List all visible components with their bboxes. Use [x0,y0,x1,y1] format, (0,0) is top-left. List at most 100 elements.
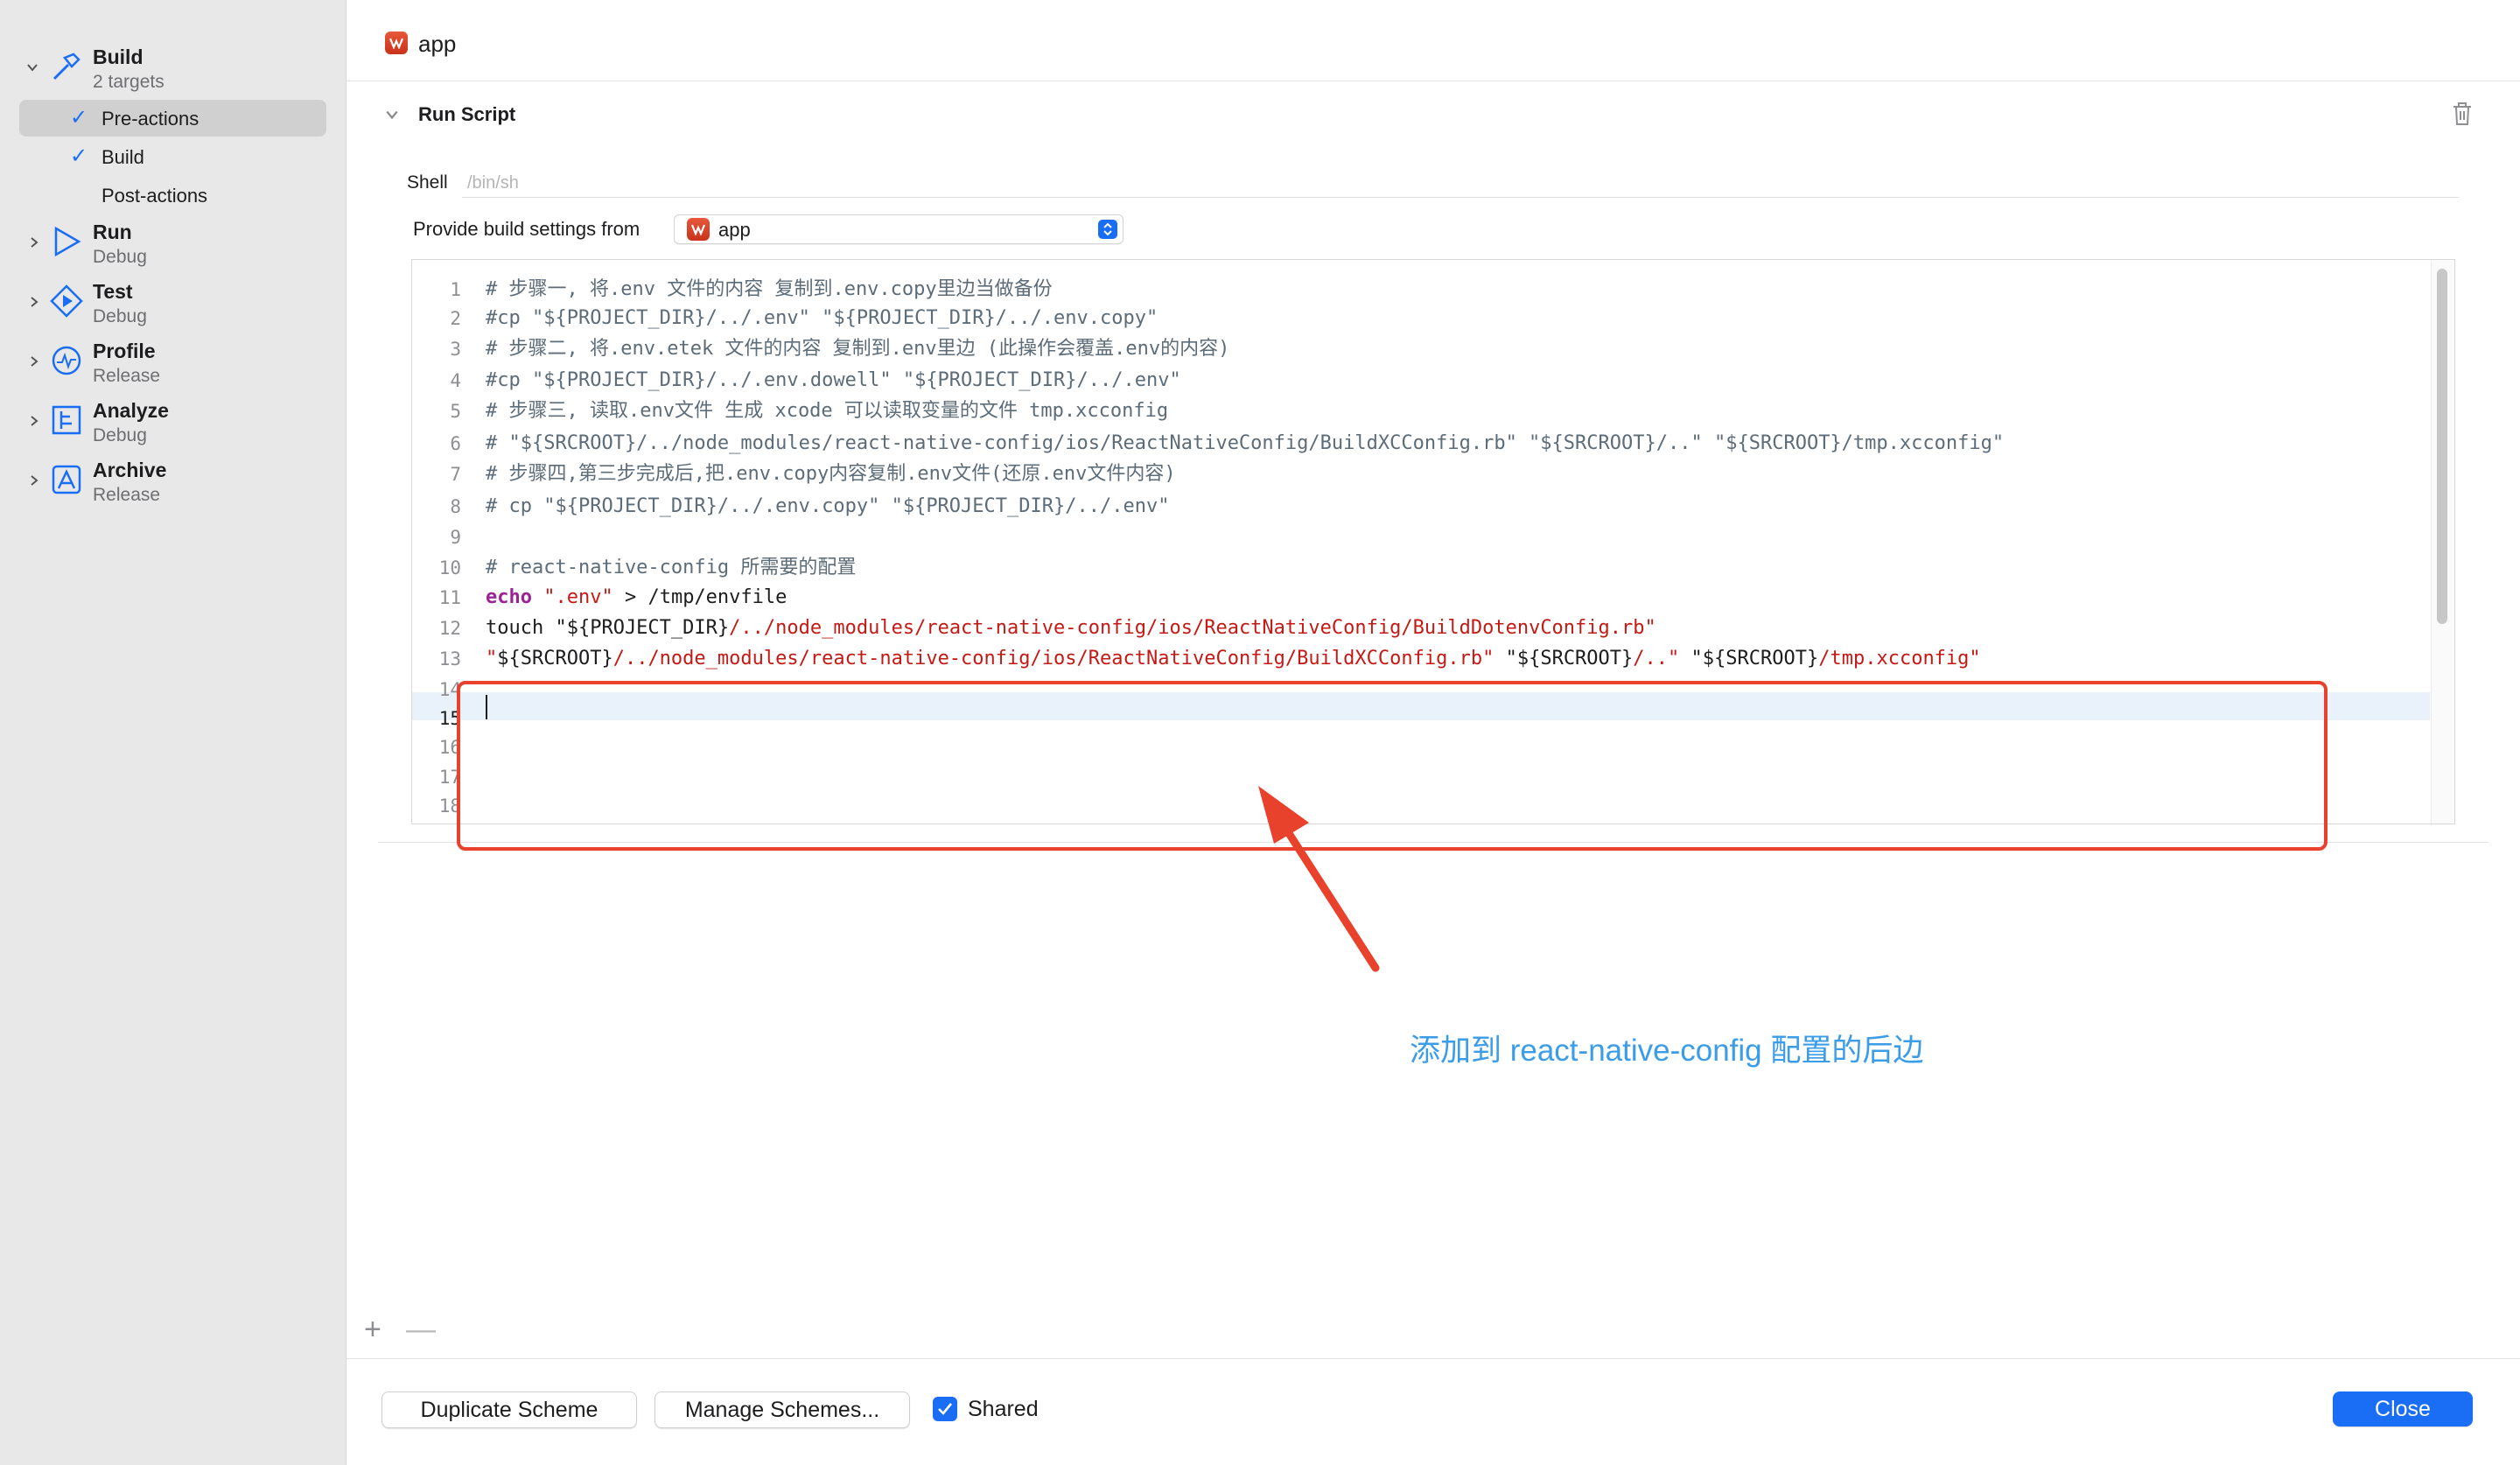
code-line[interactable]: 2 #cp "${PROJECT_DIR}/../.env" "${PROJECT… [412,304,2425,333]
code-token: # "${SRCROOT}/../node_modules/react-nati… [486,432,2005,455]
chevron-right-icon[interactable] [28,296,40,308]
code-token: ${SRCROOT} [497,648,613,670]
code-text: # 步骤三, 读取.env文件 生成 xcode 可以读取变量的文件 tmp.x… [486,396,1168,426]
sidebar-item-build-step[interactable]: Build [102,146,144,169]
code-line[interactable]: 10 # react-native-config 所需要的配置 [412,553,2425,583]
shared-checkbox[interactable] [933,1397,957,1421]
sidebar-item-profile[interactable]: Profile [93,340,156,363]
scrollbar-thumb[interactable] [2437,269,2447,624]
code-line[interactable]: 7 # 步骤四,第三步完成后,把.env.copy内容复制.env文件(还原.en… [412,459,2425,489]
checkmark-icon[interactable]: ✓ [70,144,88,169]
code-line[interactable]: 11 echo ".env" > /tmp/envfile [412,583,2425,613]
code-token: /../node_modules/react-native-config/ios… [612,648,1494,670]
code-text: #cp "${PROJECT_DIR}/../.env" "${PROJECT_… [486,304,1158,333]
test-subtitle: Debug [93,306,147,326]
code-token: echo [486,586,532,609]
remove-action-button[interactable]: — [406,1313,436,1347]
line-number: 5 [450,401,461,423]
sidebar-item-post-actions[interactable]: Post-actions [102,185,207,207]
code-text: # react-native-config 所需要的配置 [486,553,856,583]
run-subtitle: Debug [93,247,147,267]
editor-scrollbar[interactable] [2431,260,2454,824]
code-line[interactable]: 9 [412,522,2425,552]
code-token: # react-native-config 所需要的配置 [486,556,857,578]
line-number: 1 [450,278,461,300]
code-line[interactable]: 13 "${SRCROOT}/../node_modules/react-nati… [412,644,2425,674]
code-token: /../node_modules/react-native-config/ios… [729,617,1656,640]
chevron-right-icon[interactable] [28,474,40,487]
code-text: # 步骤四,第三步完成后,把.env.copy内容复制.env文件(还原.env… [486,459,1176,489]
line-number: 2 [450,307,461,329]
line-number: 12 [438,618,461,640]
code-text: echo ".env" > /tmp/envfile [486,583,787,613]
hammer-icon [49,49,84,84]
duplicate-scheme-button[interactable]: Duplicate Scheme [382,1391,637,1428]
footer-divider [346,1358,2520,1359]
close-button[interactable]: Close [2333,1391,2473,1426]
code-text: # 步骤二, 将.env.etek 文件的内容 复制到.env里边 (此操作会覆… [486,334,1229,364]
code-token: # 步骤二, 将.env.etek 文件的内容 复制到.env里边 (此操作会覆… [486,337,1230,360]
chevron-right-icon[interactable] [28,355,40,368]
trash-icon[interactable] [2450,101,2474,131]
analyze-subtitle: Debug [93,425,147,445]
line-number: 8 [450,495,461,517]
annotation-arrow-icon [1242,770,1391,985]
code-line[interactable]: 4 #cp "${PROJECT_DIR}/../.env.dowell" "${… [412,366,2425,396]
code-text: #cp "${PROJECT_DIR}/../.env.dowell" "${P… [486,366,1181,396]
line-number: 10 [438,557,461,578]
line-number: 18 [438,795,461,817]
chevron-down-icon[interactable] [385,108,398,120]
annotation-highlight-box [457,681,2328,851]
code-text: # cp "${PROJECT_DIR}/../.env.copy" "${PR… [486,492,1169,522]
profile-subtitle: Release [93,366,161,386]
chevron-right-icon[interactable] [28,415,40,427]
code-line[interactable]: 5 # 步骤三, 读取.env文件 生成 xcode 可以读取变量的文件 tmp.… [412,396,2425,426]
line-number: 7 [450,463,461,485]
sidebar-item-build[interactable]: Build [93,46,144,69]
line-number: 16 [438,737,461,759]
line-number: 3 [450,338,461,360]
shared-label[interactable]: Shared [968,1397,1039,1422]
line-number: 11 [438,587,461,609]
line-number: 14 [438,679,461,701]
code-text: "${SRCROOT}/../node_modules/react-native… [486,644,1981,674]
code-token: touch "${PROJECT_DIR} [486,617,730,640]
line-number: 9 [450,526,461,548]
code-line[interactable]: 6 # "${SRCROOT}/../node_modules/react-nat… [412,429,2425,459]
code-text: touch "${PROJECT_DIR}/../node_modules/re… [486,613,1656,643]
app-target-icon [385,32,408,54]
analyze-icon [49,403,84,438]
checkmark-icon[interactable]: ✓ [70,105,88,130]
code-token: /.." [1633,648,1680,670]
run-script-title[interactable]: Run Script [418,103,515,126]
code-token: > /tmp/envfile [612,586,788,609]
code-token: # 步骤三, 读取.env文件 生成 xcode 可以读取变量的文件 tmp.x… [486,400,1169,423]
shell-input[interactable]: /bin/sh [462,169,2459,198]
chevron-down-icon[interactable] [26,61,38,74]
gauge-icon [49,343,84,378]
build-settings-popup[interactable]: app [674,214,1124,244]
sidebar-item-test[interactable]: Test [93,280,133,304]
code-token: #cp "${PROJECT_DIR}/../.env.dowell" "${P… [486,369,1181,392]
code-line[interactable]: 3 # 步骤二, 将.env.etek 文件的内容 复制到.env里边 (此操作会… [412,334,2425,364]
code-text: # "${SRCROOT}/../node_modules/react-nati… [486,429,2004,459]
line-number: 17 [438,766,461,788]
sidebar-item-archive[interactable]: Archive [93,459,166,482]
sidebar-item-analyze[interactable]: Analyze [93,399,169,423]
chevron-right-icon[interactable] [28,236,40,249]
popup-stepper-icon [1098,220,1117,239]
code-line[interactable]: 1 # 步骤一, 将.env 文件的内容 复制到.env.copy里边当做备份 [412,275,2425,305]
sidebar-item-pre-actions[interactable]: Pre-actions [102,108,199,130]
line-number: 6 [450,433,461,455]
code-line[interactable]: 8 # cp "${PROJECT_DIR}/../.env.copy" "${P… [412,492,2425,522]
code-token: # cp "${PROJECT_DIR}/../.env.copy" "${PR… [486,494,1170,517]
code-line[interactable]: 12 touch "${PROJECT_DIR}/../node_modules/… [412,613,2425,643]
manage-schemes-button[interactable]: Manage Schemes... [654,1391,910,1428]
code-token: # 步骤四,第三步完成后,把.env.copy内容复制.env文件(还原.env… [486,462,1176,485]
test-diamond-icon [49,284,84,319]
sidebar-item-run[interactable]: Run [93,221,132,244]
add-action-button[interactable]: + [364,1313,382,1347]
code-token: " [486,648,498,670]
provide-build-settings-label: Provide build settings from [413,218,640,240]
